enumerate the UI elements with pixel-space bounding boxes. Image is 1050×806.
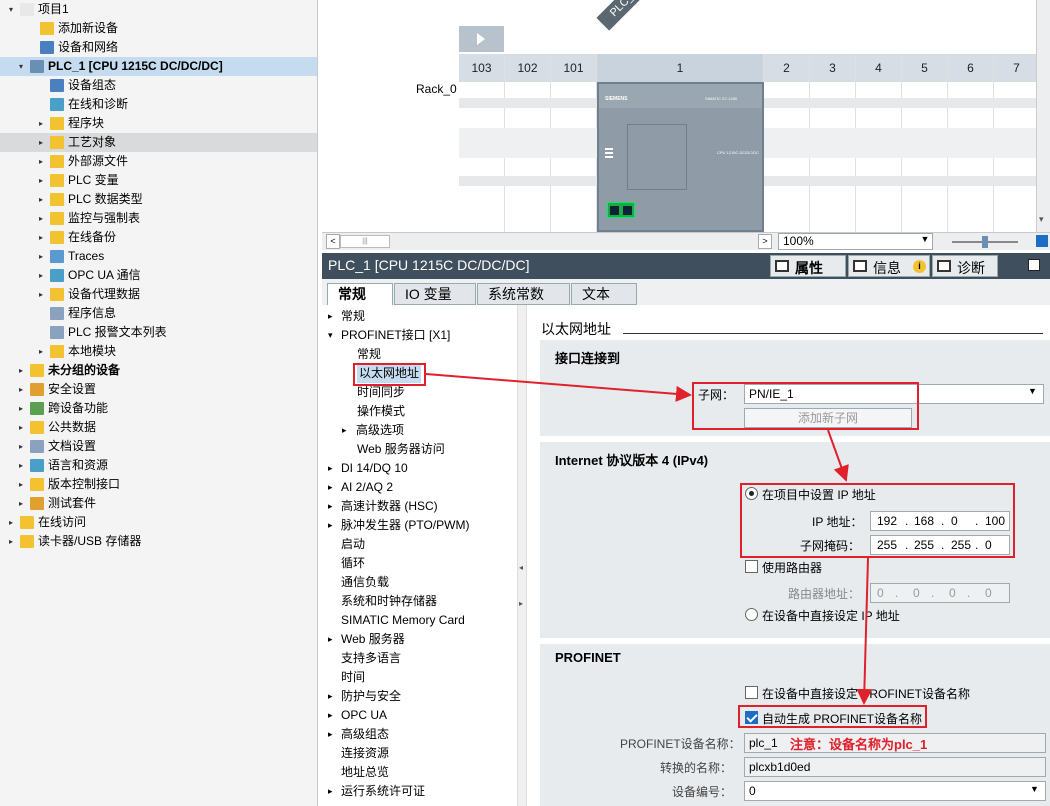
- annotation-arrows: [425, 373, 873, 705]
